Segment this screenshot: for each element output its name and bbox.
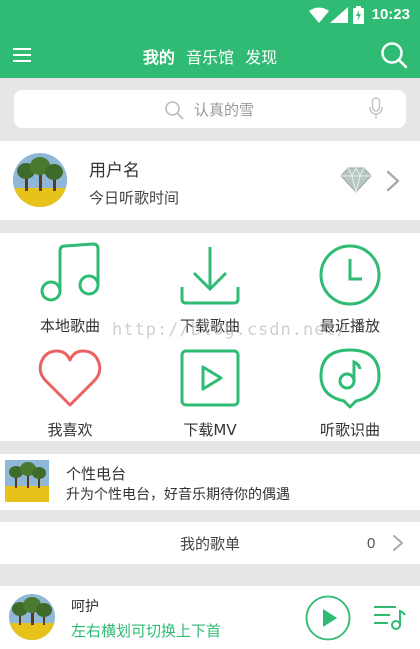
- header-tabs: 我的 音乐馆 发现: [0, 44, 420, 68]
- microphone-icon[interactable]: [368, 97, 384, 121]
- grid-item-label: 听歌识曲: [319, 421, 380, 439]
- signal-icon: [330, 7, 348, 23]
- search-input[interactable]: 认真的雪: [14, 90, 406, 128]
- tab-music-hall[interactable]: 音乐馆: [186, 48, 234, 67]
- chevron-right-icon[interactable]: [386, 170, 400, 192]
- grid-item-label: 我喜欢: [47, 421, 93, 439]
- mini-player[interactable]: 呵护 左右横划可切换上下首: [0, 586, 420, 649]
- search-area: 认真的雪: [0, 78, 420, 140]
- radio-title: 个性电台: [66, 465, 127, 483]
- radio-thumbnail: [5, 460, 49, 502]
- watermark: http://blog.csdn.net/: [112, 320, 348, 340]
- grid-item-download-mv[interactable]: 下载MV: [140, 337, 280, 441]
- profile-card[interactable]: 用户名 今日听歌时间: [0, 141, 420, 220]
- my-playlist-row[interactable]: 我的歌单 0: [0, 522, 420, 564]
- playlist-count: 0: [367, 535, 376, 552]
- playlist-queue-icon[interactable]: [372, 603, 406, 631]
- battery-charging-icon: [353, 6, 364, 24]
- mv-play-icon: [180, 349, 240, 407]
- album-art[interactable]: [9, 594, 55, 640]
- grid-item-favorites[interactable]: 我喜欢: [0, 337, 140, 441]
- grid-item-song-recognition[interactable]: 听歌识曲: [280, 337, 420, 441]
- clock-icon: [319, 244, 381, 306]
- swipe-hint: 左右横划可切换上下首: [71, 622, 222, 640]
- avatar[interactable]: [13, 153, 67, 207]
- search-icon[interactable]: [380, 41, 408, 69]
- playlist-label: 我的歌单: [180, 535, 241, 553]
- tab-discover[interactable]: 发现: [245, 48, 277, 67]
- search-icon: [165, 101, 184, 120]
- play-button[interactable]: [305, 595, 351, 641]
- status-time: 10:23: [371, 6, 410, 23]
- radio-description: 升为个性电台，好音乐期待你的偶遇: [66, 487, 290, 503]
- app-header: 我的 音乐馆 发现: [0, 32, 420, 78]
- heart-icon: [38, 349, 102, 407]
- tab-mine[interactable]: 我的: [143, 48, 175, 67]
- listening-time-label: 今日听歌时间: [89, 189, 180, 207]
- personal-radio-row[interactable]: 个性电台 升为个性电台，好音乐期待你的偶遇: [0, 454, 420, 510]
- username: 用户名: [89, 161, 140, 181]
- status-bar: 10:23: [0, 0, 420, 32]
- song-title: 呵护: [71, 599, 99, 615]
- music-note-icon: [40, 242, 100, 302]
- wifi-icon: [309, 7, 329, 23]
- grid-item-label: 下载MV: [183, 421, 237, 439]
- chevron-right-icon: [393, 535, 403, 551]
- search-placeholder: 认真的雪: [194, 101, 255, 119]
- download-icon: [180, 247, 240, 305]
- song-recognition-icon: [319, 348, 381, 409]
- diamond-icon[interactable]: [340, 167, 372, 193]
